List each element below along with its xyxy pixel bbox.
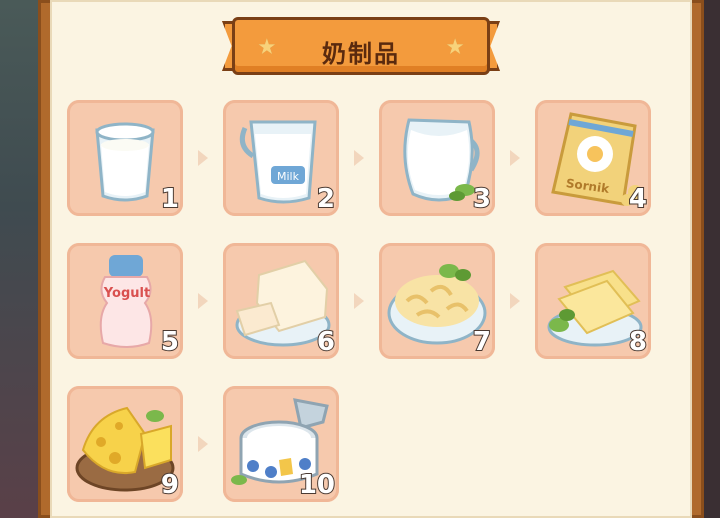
item-number: 6 xyxy=(316,326,336,358)
jug-label: Milk xyxy=(277,170,300,183)
item-number: 3 xyxy=(472,183,492,215)
item-number: 5 xyxy=(160,326,180,358)
arrow-right-icon xyxy=(352,291,366,311)
item-card-5[interactable]: Yogult 5 xyxy=(67,243,183,359)
item-number: 1 xyxy=(160,183,180,215)
item-number: 4 xyxy=(628,183,648,215)
item-card-10[interactable]: 10 xyxy=(223,386,339,502)
background-left xyxy=(0,0,38,518)
item-card-7[interactable]: 7 xyxy=(379,243,495,359)
item-card-3[interactable]: 3 xyxy=(379,100,495,216)
star-icon: ★ xyxy=(445,35,465,60)
item-card-2[interactable]: Milk 2 xyxy=(223,100,339,216)
item-card-8[interactable]: 8 xyxy=(535,243,651,359)
arrow-right-icon xyxy=(196,434,210,454)
arrow-right-icon xyxy=(508,291,522,311)
item-card-9[interactable]: 9 xyxy=(67,386,183,502)
item-card-1[interactable]: 1 xyxy=(67,100,183,216)
item-card-4[interactable]: Sornik 4 xyxy=(535,100,651,216)
item-number: 2 xyxy=(316,183,336,215)
item-card-6[interactable]: 6 xyxy=(223,243,339,359)
title-banner: ★ 奶制品 ★ xyxy=(222,17,500,75)
banner-body: ★ 奶制品 ★ xyxy=(232,17,490,75)
arrow-right-icon xyxy=(196,291,210,311)
bottle-label: Yogult xyxy=(103,286,150,301)
arrow-right-icon xyxy=(196,148,210,168)
arrow-right-icon xyxy=(352,148,366,168)
item-number: 8 xyxy=(628,326,648,358)
arrow-right-icon xyxy=(508,148,522,168)
item-number: 9 xyxy=(160,469,180,501)
item-number: 10 xyxy=(298,469,336,501)
background-right xyxy=(704,0,720,518)
item-number: 7 xyxy=(472,326,492,358)
